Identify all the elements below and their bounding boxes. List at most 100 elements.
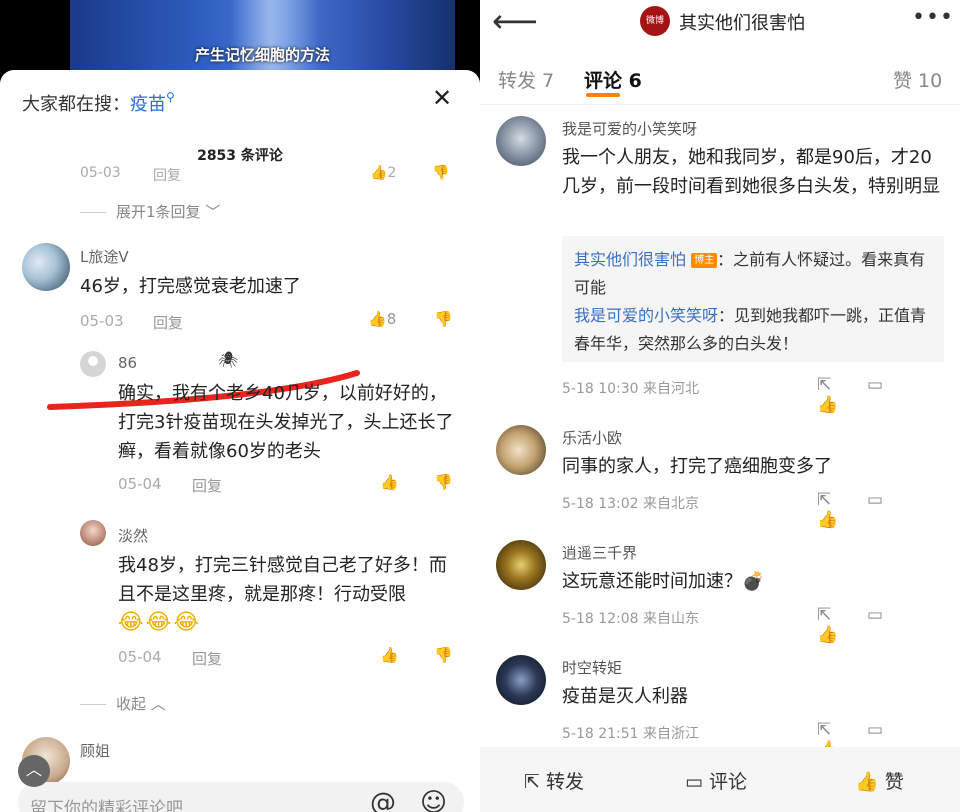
comment-icon[interactable]: ▭ bbox=[867, 605, 917, 625]
comment-input[interactable]: 留下你的精彩评论吧 @ ☺ bbox=[18, 782, 464, 812]
avatar[interactable] bbox=[22, 243, 70, 291]
comment-meta: 5-18 21:51 来自浙江 bbox=[562, 726, 700, 742]
comment-actions: ⇱▭👍 bbox=[817, 605, 960, 645]
avatar[interactable] bbox=[496, 425, 546, 475]
chevron-down-icon: ﹀ bbox=[205, 203, 221, 221]
active-tab-indicator bbox=[586, 93, 620, 97]
like-label: 赞 bbox=[884, 771, 904, 793]
video-thumbnail[interactable]: 产生记忆细胞的方法 bbox=[70, 0, 455, 80]
ghost-reply[interactable]: 回复 bbox=[153, 165, 181, 185]
collapse-label: 收起 bbox=[116, 695, 147, 713]
comment-icon[interactable]: ▭ bbox=[867, 720, 917, 740]
share-icon[interactable]: ⇱ bbox=[817, 375, 867, 395]
comment-meta: 5-18 12:08 来自山东 bbox=[562, 611, 700, 627]
share-icon[interactable]: ⇱ bbox=[817, 605, 867, 625]
avatar[interactable] bbox=[496, 116, 546, 166]
comment-button[interactable]: ▭ 评论 bbox=[685, 767, 747, 794]
dislike-icon[interactable]: 👎 bbox=[434, 473, 453, 491]
search-icon: ⚲ bbox=[166, 90, 175, 104]
dislike-icon[interactable]: 👎 bbox=[434, 310, 453, 328]
reply-date: 05-04 bbox=[118, 475, 162, 493]
video-caption: 产生记忆细胞的方法 bbox=[194, 46, 330, 64]
like-count: 8 bbox=[386, 310, 397, 328]
comment-date: 05-03 bbox=[80, 312, 124, 330]
right-app-panel: ⟵ 微博 其实他们很害怕 ••• 转发 7 评论 6 赞 10 我是可爱的小笑笑… bbox=[480, 0, 960, 812]
tab-comments[interactable]: 评论 6 bbox=[584, 66, 642, 93]
share-icon[interactable]: ⇱ bbox=[817, 490, 867, 510]
comment-meta: 5-18 13:02 来自北京 bbox=[562, 496, 700, 512]
hot-search-keyword[interactable]: 疫苗 bbox=[130, 94, 166, 115]
reply-username[interactable]: 淡然 bbox=[118, 525, 148, 546]
reply-thread[interactable]: 其实他们很害怕 博主 ：之前有人怀疑过。看来真有可能 我是可爱的小笑笑呀：见到她我… bbox=[562, 236, 944, 362]
collapse-replies[interactable]: 收起 ︿ bbox=[80, 693, 166, 714]
comment-text: 46岁，打完感觉衰老加速了 bbox=[80, 276, 301, 297]
laughing-emoji-row: 😂😂😂 bbox=[118, 610, 202, 635]
hot-search-bar[interactable]: 大家都在搜：疫苗⚲ bbox=[22, 90, 175, 116]
comment-username[interactable]: 我是可爱的小笑笑呀 bbox=[562, 118, 697, 139]
account-logo[interactable]: 微博 bbox=[640, 6, 670, 36]
ghost-date: 05-03 bbox=[80, 165, 121, 181]
like-icon[interactable]: 👍 bbox=[817, 395, 867, 415]
comment-text: 这玩意还能时间加速？💣 bbox=[562, 571, 765, 592]
reply-username[interactable]: 86 bbox=[118, 354, 137, 372]
more-icon[interactable]: ••• bbox=[912, 5, 954, 30]
like-icon[interactable]: 👍 bbox=[817, 510, 867, 530]
dislike-icon[interactable]: 👎 bbox=[434, 646, 453, 664]
like-icon[interactable]: 👍 bbox=[380, 473, 399, 491]
spider-icon: 🕷 bbox=[218, 350, 239, 369]
comment-icon[interactable]: ▭ bbox=[867, 490, 917, 510]
comment-icon: ▭ bbox=[685, 771, 709, 793]
avatar[interactable] bbox=[496, 655, 546, 705]
repost-button[interactable]: ⇱ 转发 bbox=[524, 767, 584, 794]
comment-actions: ⇱▭👍 bbox=[817, 375, 960, 415]
avatar[interactable] bbox=[80, 351, 106, 377]
reply-line: 我是可爱的小笑笑呀：见到她我都吓一跳，正值青春年华，突然那么多的白头发！ bbox=[574, 302, 932, 358]
bottom-action-bar: ⇱ 转发 ▭ 评论 👍 赞 bbox=[480, 747, 960, 812]
avatar[interactable] bbox=[496, 540, 546, 590]
reply-username[interactable]: 我是可爱的小笑笑呀 bbox=[574, 306, 718, 325]
comment-username[interactable]: 乐活小欧 bbox=[562, 427, 622, 448]
comment-sheet: 大家都在搜：疫苗⚲ ✕ 2853 条评论 05-03 回复 👍2 👎 展开1条回… bbox=[0, 70, 480, 812]
share-icon: ⇱ bbox=[524, 771, 546, 793]
reply-button[interactable]: 回复 bbox=[192, 648, 222, 669]
author-badge: 博主 bbox=[691, 253, 718, 268]
divider-line bbox=[80, 704, 106, 705]
reply-line: 其实他们很害怕 博主 ：之前有人怀疑过。看来真有可能 bbox=[574, 246, 932, 302]
hot-search-prefix: 大家都在搜： bbox=[22, 94, 130, 115]
share-icon[interactable]: ⇱ bbox=[817, 720, 867, 740]
comment-username[interactable]: 时空转矩 bbox=[562, 657, 622, 678]
like-button[interactable]: 👍8 bbox=[368, 310, 396, 328]
like-icon[interactable]: 👍 bbox=[380, 646, 399, 664]
like-button[interactable]: 👍 赞 bbox=[855, 767, 904, 794]
close-icon[interactable]: ✕ bbox=[432, 84, 452, 112]
back-arrow-icon[interactable]: ⟵ bbox=[492, 2, 538, 40]
left-app-panel: 产生记忆细胞的方法 大家都在搜：疫苗⚲ ✕ 2853 条评论 05-03 回复 … bbox=[0, 0, 480, 812]
ghost-dislike-icon[interactable]: 👎 bbox=[432, 165, 449, 181]
comment-actions: ⇱▭👍 bbox=[817, 490, 960, 530]
ghost-like-count[interactable]: 👍2 bbox=[370, 165, 396, 181]
comment-username[interactable]: 顾姐 bbox=[80, 740, 110, 761]
comment-username[interactable]: L旅途V bbox=[80, 246, 129, 267]
mention-icon[interactable]: @ bbox=[370, 788, 396, 812]
video-light-bar bbox=[230, 0, 320, 80]
like-icon[interactable]: 👍 bbox=[817, 625, 867, 645]
expand-replies[interactable]: 展开1条回复 ﹀ bbox=[80, 201, 220, 222]
reply-text: 我48岁，打完三针感觉自己老了好多！而且不是这里疼，就是那疼！行动受限 bbox=[118, 555, 447, 605]
tab-likes[interactable]: 赞 10 bbox=[893, 66, 942, 93]
comment-text: 同事的家人，打完了癌细胞变多了 bbox=[562, 456, 832, 477]
avatar[interactable] bbox=[80, 520, 106, 546]
comment-icon[interactable]: ▭ bbox=[867, 375, 917, 395]
tab-repost[interactable]: 转发 7 bbox=[498, 66, 554, 93]
comment-username[interactable]: 逍遥三千界 bbox=[562, 542, 637, 563]
comment-label: 评论 bbox=[709, 771, 748, 793]
like-icon: 👍 bbox=[855, 771, 885, 793]
scroll-up-icon[interactable]: ︿ bbox=[18, 755, 50, 787]
reply-button[interactable]: 回复 bbox=[192, 475, 222, 496]
comment-text: 疫苗是灭人利器 bbox=[562, 686, 688, 707]
reply-button[interactable]: 回复 bbox=[153, 312, 183, 333]
emoji-icon[interactable]: ☺ bbox=[420, 788, 447, 812]
reply-text: 确实，我有个老乡40几岁，以前好好的，打完3针疫苗现在头发掉光了，头上还长了癣，… bbox=[118, 383, 454, 462]
tab-bar: 转发 7 评论 6 赞 10 bbox=[480, 66, 960, 96]
divider-line bbox=[480, 104, 960, 105]
reply-username[interactable]: 其实他们很害怕 bbox=[574, 250, 686, 269]
